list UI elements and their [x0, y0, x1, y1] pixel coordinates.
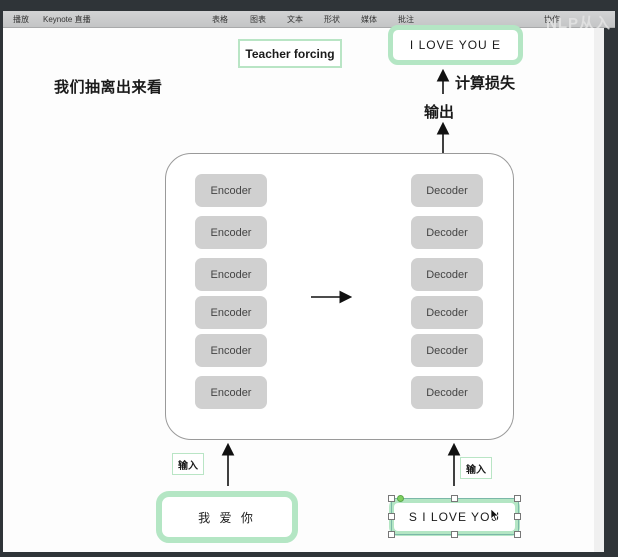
toolbar-play-button[interactable]: 播放 [13, 14, 29, 25]
slide-canvas[interactable]: 我们抽离出来看 Teacher forcing I LOVE YOU E 计算损… [3, 25, 594, 552]
scrollbar-track[interactable] [594, 28, 604, 552]
toolbar-shape-button[interactable]: 形状 [324, 14, 340, 25]
keynote-toolbar: 播放 Keynote 直播 表格 图表 文本 形状 媒体 批注 协作 NLP从入 [3, 11, 615, 32]
window-bottom-bar [0, 552, 618, 557]
toolbar-media-button[interactable]: 媒体 [361, 14, 377, 25]
mouse-pointer-icon [490, 508, 500, 522]
toolbar-comment-button[interactable]: 批注 [398, 14, 414, 25]
toolbar-text-button[interactable]: 文本 [287, 14, 303, 25]
toolbar-keynote-live-button[interactable]: Keynote 直播 [43, 14, 91, 25]
arrows-layer [221, 68, 461, 486]
window-top-bar [0, 0, 618, 11]
toolbar-chart-button[interactable]: 图表 [250, 14, 266, 25]
toolbar-table-button[interactable]: 表格 [212, 14, 228, 25]
